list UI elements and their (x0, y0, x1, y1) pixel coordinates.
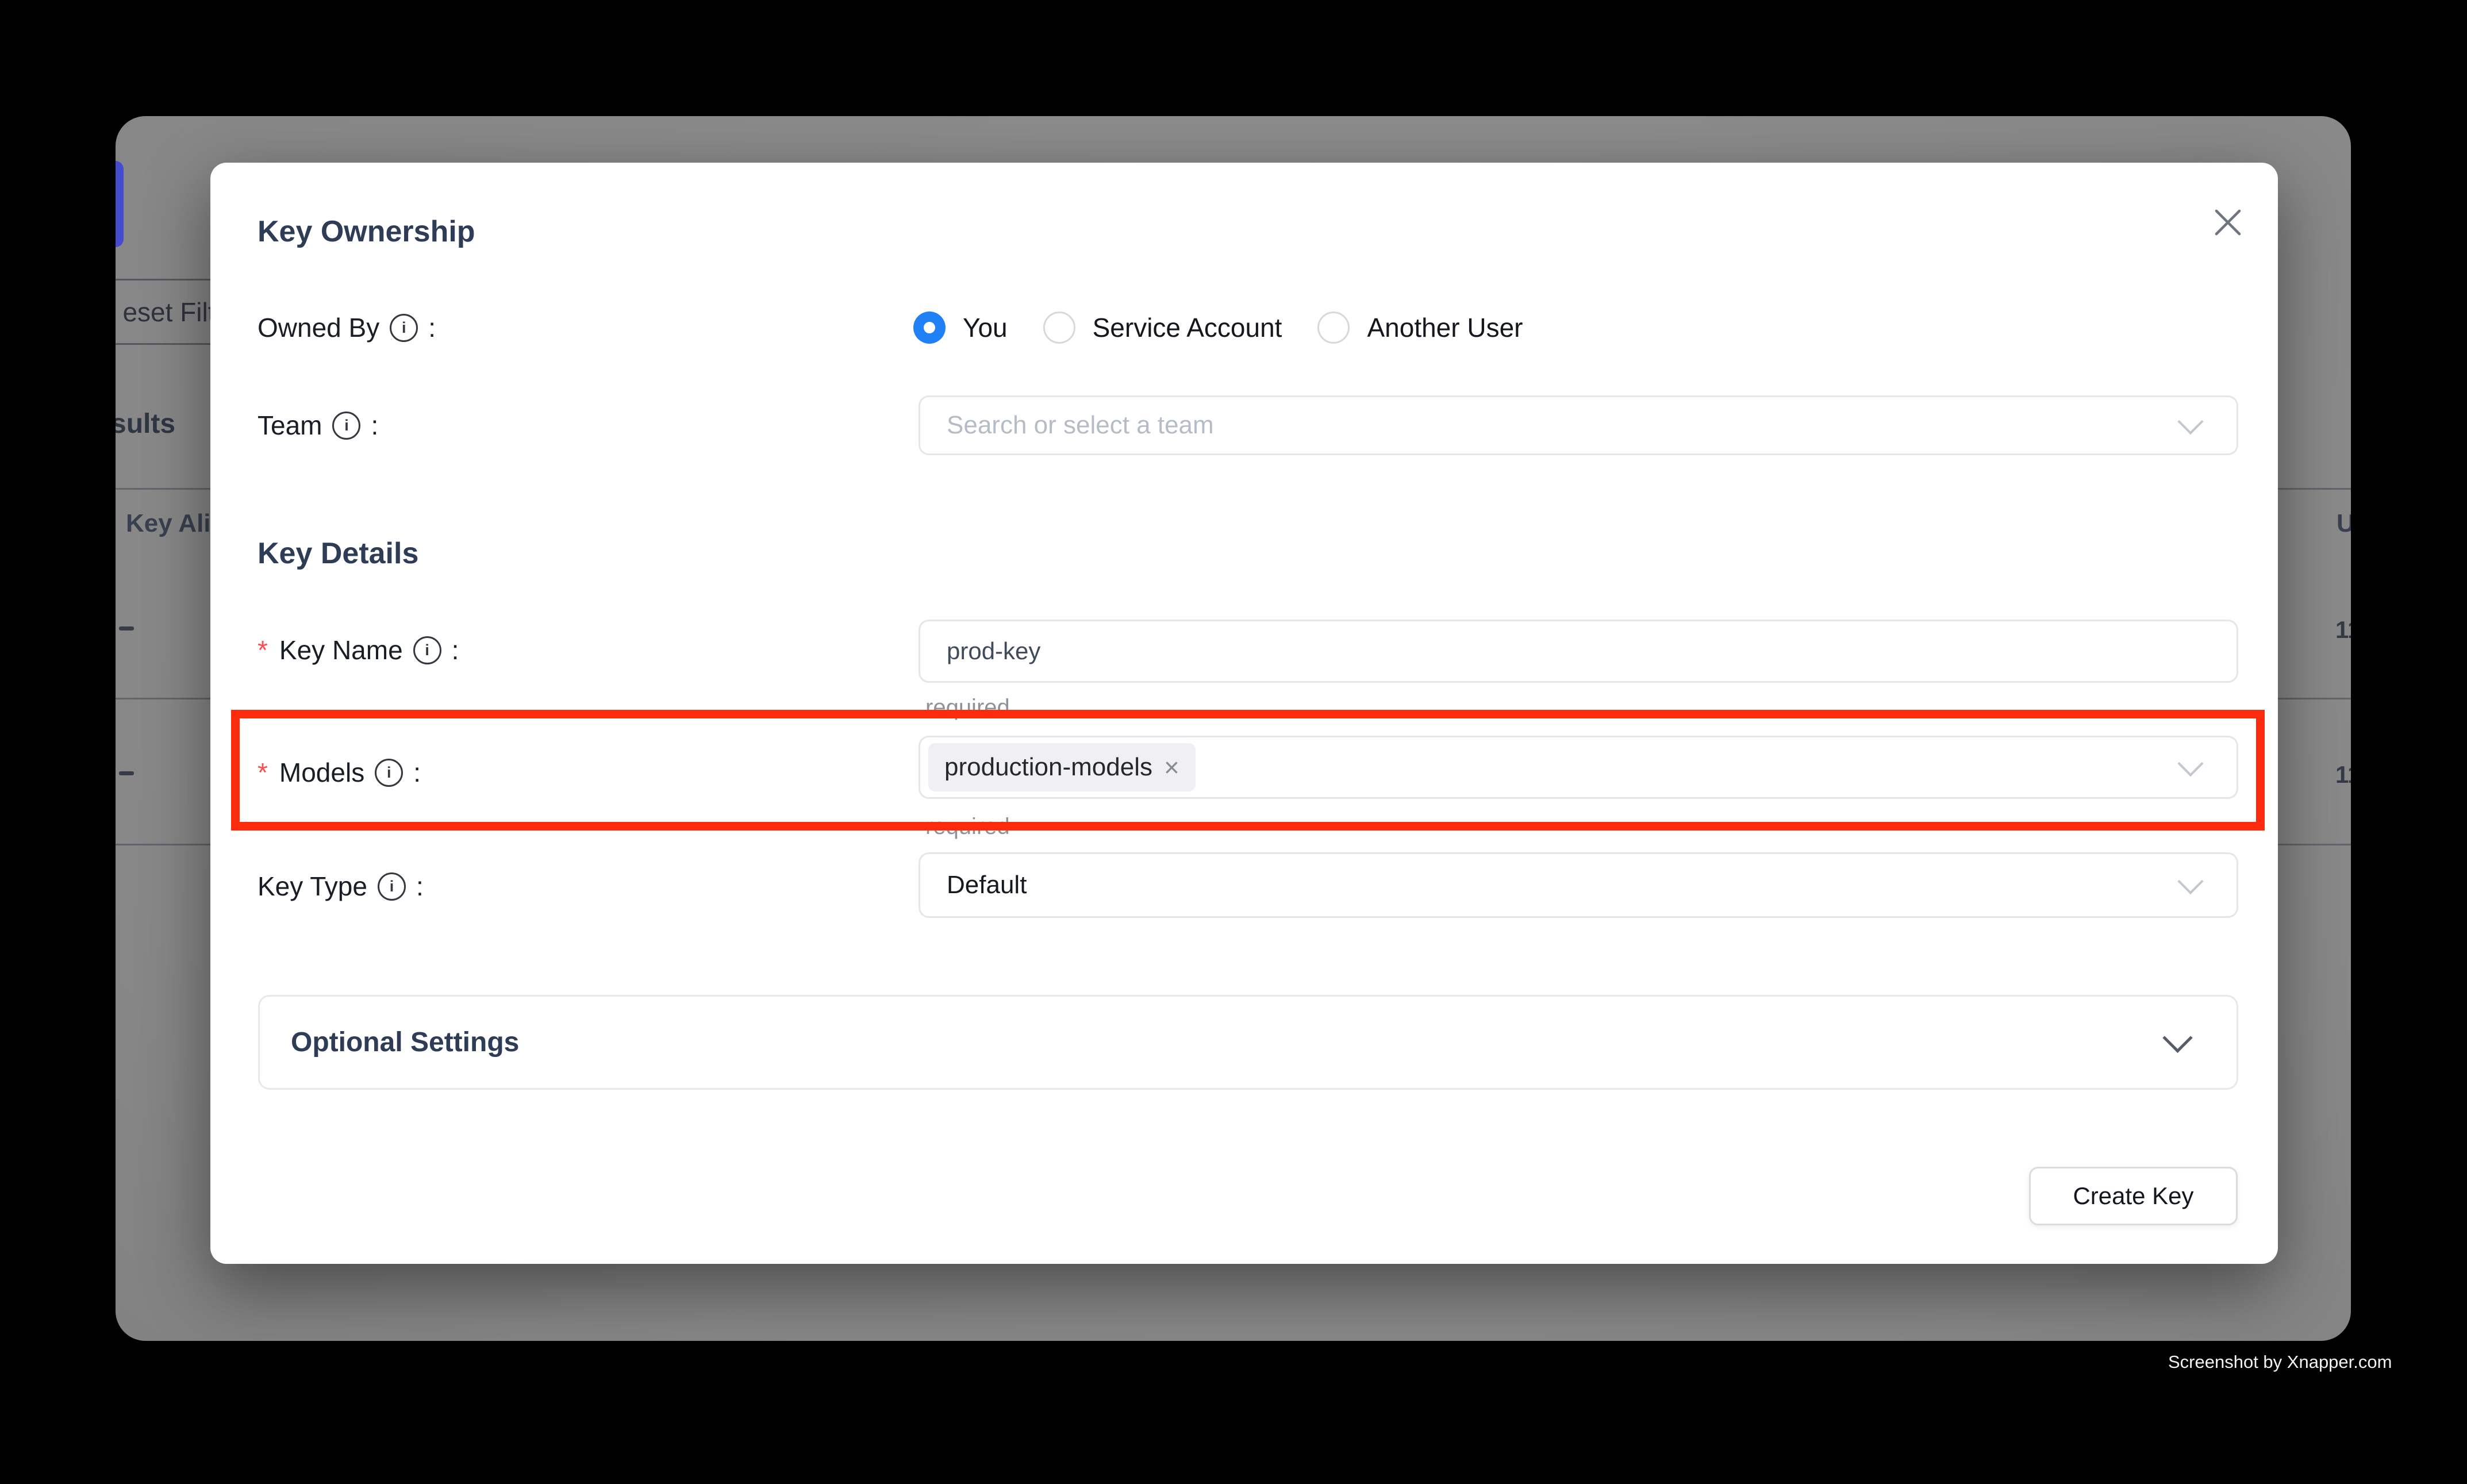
close-button[interactable] (2205, 199, 2251, 245)
required-asterisk: * (258, 757, 268, 788)
chevron-down-icon (2162, 1022, 2192, 1052)
key-name-label: * Key Name i : (258, 632, 459, 668)
create-key-modal: Key Ownership Owned By i : You Service A… (210, 163, 2278, 1264)
models-validation: required (925, 814, 1010, 840)
required-asterisk: * (258, 635, 268, 666)
info-icon[interactable]: i (332, 412, 360, 440)
key-type-label: Key Type i : (258, 868, 424, 904)
table-cell-dash (119, 771, 134, 775)
key-name-value: prod-key (920, 637, 1040, 665)
screenshot-stage: eset Filt sults Key Alia Up 11/ 11/ Key … (0, 0, 2467, 1484)
team-select[interactable]: Search or select a team (919, 395, 2238, 455)
reset-filters-label: eset Filt (122, 297, 215, 328)
radio-option-service-account[interactable]: Service Account (1043, 312, 1282, 344)
table-cell-date: 11/ (2335, 616, 2351, 644)
results-count-partial: sults (116, 408, 175, 440)
key-type-value: Default (920, 871, 1027, 899)
table-cell-date: 11/ (2335, 761, 2351, 789)
owned-by-radio-group: You Service Account Another User (913, 310, 1523, 345)
info-icon[interactable]: i (375, 759, 403, 787)
table-cell-dash (119, 626, 134, 630)
column-header-updated: Up (2337, 509, 2351, 538)
model-tag: production-models × (928, 743, 1196, 791)
section-title-key-ownership: Key Ownership (258, 214, 475, 249)
team-label: Team i : (258, 407, 378, 443)
key-name-input[interactable]: prod-key (919, 620, 2238, 683)
optional-settings-header[interactable]: Optional Settings (258, 995, 2238, 1090)
info-icon[interactable]: i (390, 314, 418, 342)
create-key-button[interactable]: Create Key (2029, 1167, 2238, 1225)
radio-unselected-icon[interactable] (1043, 312, 1075, 344)
create-key-button-fragment (116, 161, 124, 247)
team-select-placeholder: Search or select a team (920, 411, 1214, 440)
radio-selected-icon[interactable] (913, 312, 946, 344)
watermark-text: Screenshot by Xnapper.com (2168, 1352, 2392, 1372)
info-icon[interactable]: i (378, 872, 406, 901)
radio-option-another-user[interactable]: Another User (1317, 312, 1523, 344)
chevron-down-icon (2177, 409, 2203, 435)
chevron-down-icon (2177, 751, 2203, 776)
optional-settings-title: Optional Settings (291, 1027, 519, 1058)
owned-by-label: Owned By i : (258, 310, 436, 345)
models-select[interactable]: production-models × (919, 736, 2238, 799)
radio-option-you[interactable]: You (913, 312, 1008, 344)
models-label: * Models i : (258, 755, 421, 790)
info-icon[interactable]: i (413, 636, 441, 664)
radio-unselected-icon[interactable] (1317, 312, 1350, 344)
key-type-select[interactable]: Default (919, 852, 2238, 918)
key-name-validation: required (925, 695, 1010, 721)
tag-remove-icon[interactable]: × (1164, 754, 1179, 781)
section-title-key-details: Key Details (258, 536, 418, 571)
chevron-down-icon (2177, 868, 2203, 894)
close-icon (2212, 207, 2243, 238)
model-tag-label: production-models (944, 753, 1152, 782)
